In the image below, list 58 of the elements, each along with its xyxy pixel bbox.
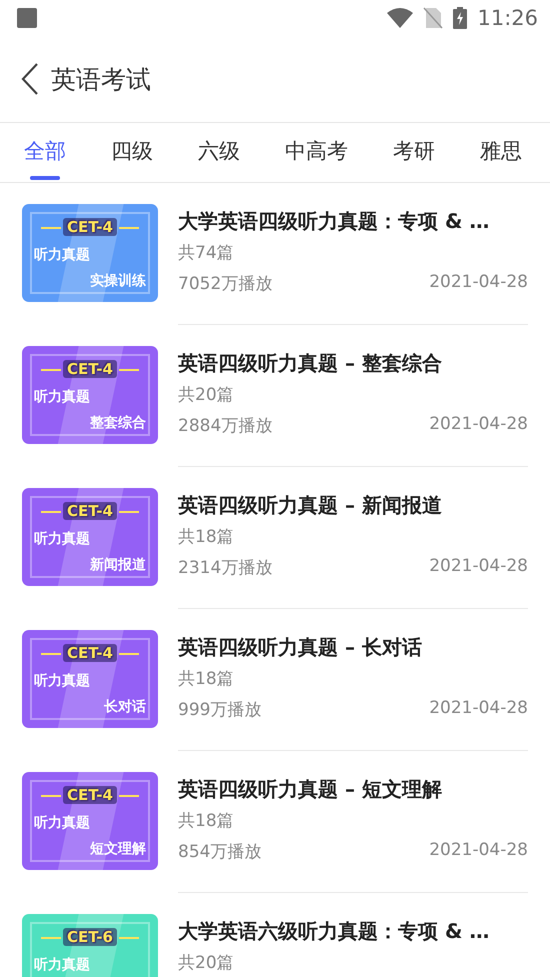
play-count: 7052万播放 bbox=[178, 273, 272, 295]
course-cover[interactable]: CET-6 听力真题 bbox=[22, 914, 158, 977]
course-title[interactable]: 英语四级听力真题 – 整套综合 bbox=[178, 350, 528, 377]
cover-title-text: 听力真题 bbox=[34, 530, 90, 548]
publish-date: 2021-04-28 bbox=[429, 840, 528, 862]
status-time: 11:26 bbox=[477, 6, 538, 30]
cover-badge-text: CET-4 bbox=[63, 502, 117, 520]
category-tab[interactable]: 六级 bbox=[198, 123, 240, 182]
episode-count: 共20篇 bbox=[178, 952, 235, 974]
publish-date: 2021-04-28 bbox=[429, 698, 528, 720]
play-count: 2884万播放 bbox=[178, 415, 272, 437]
category-tab[interactable]: 全部 bbox=[24, 123, 66, 182]
cover-title-text: 听力真题 bbox=[34, 956, 90, 974]
play-count: 854万播放 bbox=[178, 841, 262, 863]
page-title: 英语考试 bbox=[51, 64, 151, 96]
cover-title-text: 听力真题 bbox=[34, 672, 90, 690]
cover-badge-text: CET-6 bbox=[63, 928, 117, 946]
publish-date: 2021-04-28 bbox=[429, 272, 528, 294]
back-icon[interactable] bbox=[21, 63, 39, 95]
cover-subtitle-text: 实操训练 bbox=[90, 272, 146, 290]
cover-title-text: 听力真题 bbox=[34, 814, 90, 832]
play-count: 2314万播放 bbox=[178, 557, 272, 579]
episode-count: 共74篇 bbox=[178, 242, 235, 264]
play-count: 999万播放 bbox=[178, 699, 262, 721]
cover-badge-text: CET-4 bbox=[63, 218, 117, 236]
category-tab[interactable]: 考研 bbox=[393, 123, 435, 182]
cover-subtitle-text: 整套综合 bbox=[90, 414, 146, 432]
course-title[interactable]: 英语四级听力真题 – 长对话 bbox=[178, 634, 528, 661]
course-cover[interactable]: CET-4 听力真题 实操训练 bbox=[22, 204, 158, 302]
course-cover[interactable]: CET-4 听力真题 整套综合 bbox=[22, 346, 158, 444]
cover-badge-text: CET-4 bbox=[63, 786, 117, 804]
category-tab[interactable]: 中高考 bbox=[285, 123, 348, 182]
episode-count: 共18篇 bbox=[178, 526, 235, 548]
episode-count: 共18篇 bbox=[178, 668, 235, 690]
publish-date: 2021-04-28 bbox=[429, 414, 528, 436]
cover-badge-text: CET-4 bbox=[63, 360, 117, 378]
course-title[interactable]: 英语四级听力真题 – 短文理解 bbox=[178, 776, 528, 803]
cover-title-text: 听力真题 bbox=[34, 246, 90, 264]
cover-title-text: 听力真题 bbox=[34, 388, 90, 406]
course-cover[interactable]: CET-4 听力真题 新闻报道 bbox=[22, 488, 158, 586]
course-cover[interactable]: CET-4 听力真题 长对话 bbox=[22, 630, 158, 728]
episode-count: 共18篇 bbox=[178, 810, 235, 832]
notification-icon bbox=[17, 8, 37, 28]
cover-subtitle-text: 短文理解 bbox=[90, 840, 146, 858]
no-sim-icon bbox=[423, 7, 444, 29]
publish-date: 2021-04-28 bbox=[429, 556, 528, 578]
course-title[interactable]: 大学英语六级听力真题：专项 & … bbox=[178, 918, 528, 945]
battery-charging-icon bbox=[453, 7, 468, 29]
category-tab[interactable]: 四级 bbox=[111, 123, 153, 182]
cover-badge-text: CET-4 bbox=[63, 644, 117, 662]
category-tab[interactable]: 雅思 bbox=[480, 123, 522, 182]
wifi-icon bbox=[387, 8, 414, 28]
course-title[interactable]: 大学英语四级听力真题：专项 & … bbox=[178, 208, 528, 235]
cover-subtitle-text: 新闻报道 bbox=[90, 556, 146, 574]
episode-count: 共20篇 bbox=[178, 384, 235, 406]
course-title[interactable]: 英语四级听力真题 – 新闻报道 bbox=[178, 492, 528, 519]
course-cover[interactable]: CET-4 听力真题 短文理解 bbox=[22, 772, 158, 870]
cover-subtitle-text: 长对话 bbox=[104, 698, 146, 716]
